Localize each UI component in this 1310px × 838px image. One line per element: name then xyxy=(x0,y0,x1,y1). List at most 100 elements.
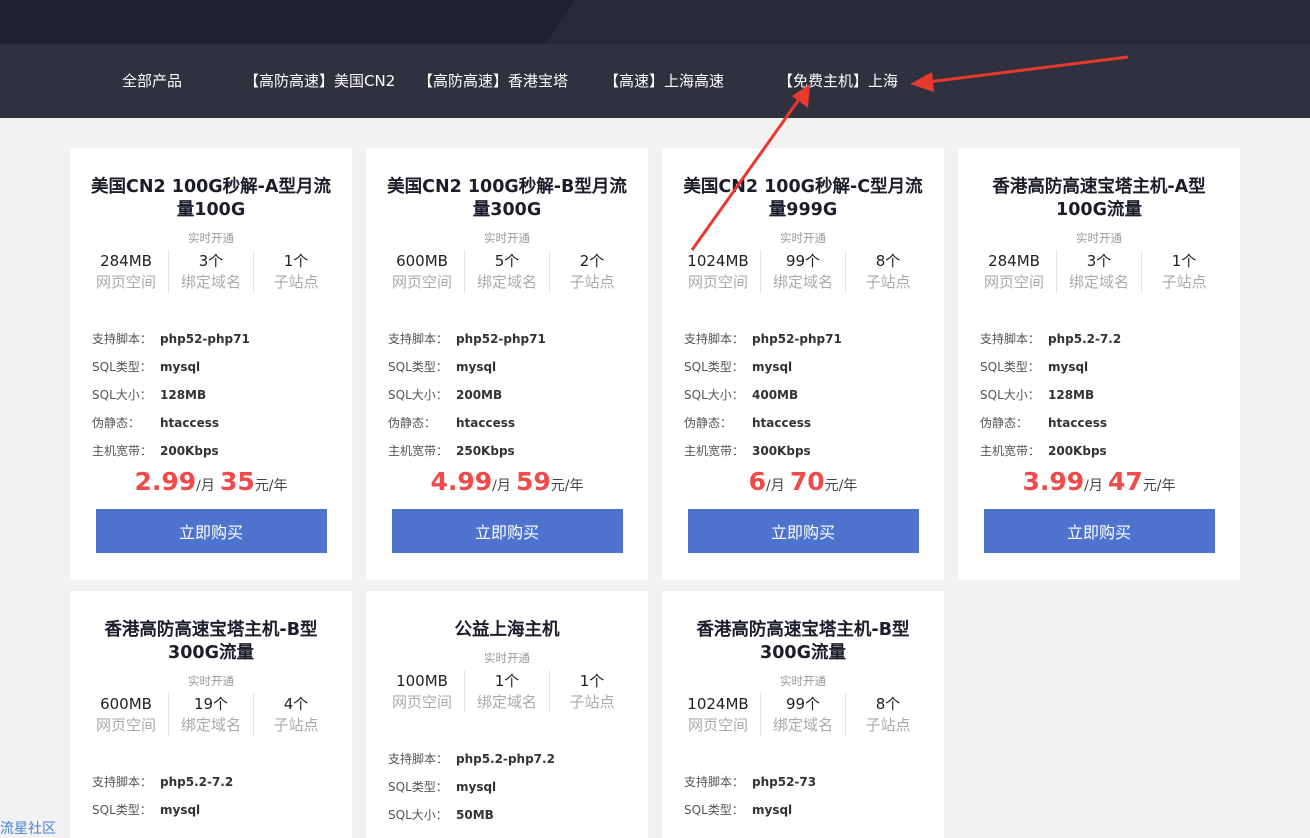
stat-web-space: 600MB 网页空间 xyxy=(84,693,169,736)
spec-key: 伪静态： xyxy=(980,416,1029,430)
spec-key: 伪静态： xyxy=(92,416,141,430)
spec-script: 支持脚本： php5.2-7.2 xyxy=(980,325,1240,353)
stat-web-space: 284MB 网页空间 xyxy=(972,250,1057,293)
product-stats: 1024MB 网页空间 99个 绑定域名 8个 子站点 xyxy=(676,693,930,736)
product-card: 美国CN2 100G秒解-B型月流量300G 实时开通 600MB 网页空间 5个… xyxy=(366,148,648,580)
stat-label: 子站点 xyxy=(865,716,911,734)
buy-now-button[interactable]: 立即购买 xyxy=(983,509,1215,553)
product-card: 公益上海主机 实时开通 100MB 网页空间 1个 绑定域名 1个 子站点 支持脚本：… xyxy=(366,591,648,838)
price-yearly: 59 xyxy=(515,467,551,496)
spec-value: 128MB xyxy=(1048,388,1095,402)
spec-value: php52-php71 xyxy=(456,332,546,346)
price-line: 6/月 70元/年 xyxy=(662,465,944,499)
product-card: 香港高防高速宝塔主机-B型300G流量 实时开通 600MB 网页空间 19个 绑定… xyxy=(70,591,352,838)
stat-label: 网页空间 xyxy=(95,716,156,734)
spec-key: SQL大小： xyxy=(980,388,1040,402)
product-stats: 600MB 网页空间 5个 绑定域名 2个 子站点 xyxy=(380,250,634,293)
stat-subsites: 8个子站点 xyxy=(846,693,930,736)
spec-key: 支持脚本： xyxy=(684,332,745,346)
price-monthly-unit: /月 xyxy=(766,478,785,494)
stat-domains: 3个 绑定域名 xyxy=(169,250,254,293)
stat-value: 1个 xyxy=(579,672,605,690)
spec-list: 支持脚本： php5.2-7.2 SQL类型： mysql SQL大小： 128MB … xyxy=(980,325,1240,465)
spec-sql-type: SQL类型： mysql xyxy=(92,796,352,824)
spec-value: mysql xyxy=(1048,360,1089,374)
product-stats: 100MB 网页空间 1个 绑定域名 1个 子站点 xyxy=(380,670,634,713)
product-title: 香港高防高速宝塔主机-B型300G流量 xyxy=(104,620,318,663)
price-line: 3.99/月 47元/年 xyxy=(958,465,1240,499)
stat-label: 绑定域名 xyxy=(476,693,537,711)
spec-value: 250Kbps xyxy=(456,444,515,458)
spec-list: 支持脚本： php5.2-php7.2 SQL类型： mysql SQL大小： 50M… xyxy=(388,745,648,829)
price-yearly-unit: 元/年 xyxy=(550,478,584,494)
nav-item-shanghai-fast[interactable]: 【高速】上海高速 xyxy=(604,71,724,91)
spec-key: SQL大小： xyxy=(92,388,152,402)
spec-value: 200Kbps xyxy=(1048,444,1107,458)
stat-subsites: 8个 子站点 xyxy=(846,250,930,293)
nav-item-all-products[interactable]: 全部产品 xyxy=(122,71,182,91)
nav-item-hk-baota[interactable]: 【高防高速】香港宝塔 xyxy=(418,71,568,91)
instant-activation-label: 实时开通 xyxy=(1076,231,1122,245)
product-stats: 284MB 网页空间 3个 绑定域名 1个 子站点 xyxy=(84,250,338,293)
spec-rewrite: 伪静态： htaccess xyxy=(980,409,1240,437)
spec-key: SQL类型： xyxy=(980,360,1040,374)
stat-value: 8个 xyxy=(875,252,901,270)
price-monthly: 6 xyxy=(748,467,767,496)
instant-activation-label: 实时开通 xyxy=(780,231,826,245)
stat-label: 子站点 xyxy=(569,693,615,711)
spec-list: 支持脚本： php52-php71 SQL类型： mysql SQL大小： 200MB… xyxy=(388,325,648,465)
stat-value: 5个 xyxy=(494,252,520,270)
stat-value: 99个 xyxy=(785,252,821,270)
buy-now-button[interactable]: 立即购买 xyxy=(391,509,623,553)
nav-item-free-shanghai[interactable]: 【免费主机】上海 xyxy=(778,71,898,91)
buy-now-button[interactable]: 立即购买 xyxy=(95,509,327,553)
spec-value: php52-php71 xyxy=(160,332,250,346)
spec-sql-size: SQL大小： 128MB xyxy=(980,381,1240,409)
spec-rewrite: 伪静态： htaccess xyxy=(684,409,944,437)
buy-now-button[interactable]: 立即购买 xyxy=(687,509,919,553)
spec-bandwidth: 主机宽带： 250Kbps xyxy=(388,437,648,465)
price-monthly-unit: /月 xyxy=(1084,478,1103,494)
spec-value: mysql xyxy=(752,803,793,817)
stat-subsites: 4个 子站点 xyxy=(254,693,338,736)
spec-value: php52-73 xyxy=(752,775,817,789)
stat-label: 子站点 xyxy=(569,273,615,291)
stat-value: 1个 xyxy=(494,672,520,690)
stat-label: 绑定域名 xyxy=(180,716,241,734)
stat-value: 284MB xyxy=(988,252,1040,270)
spec-sql-size: SQL大小： 128MB xyxy=(92,381,352,409)
spec-value: php5.2-php7.2 xyxy=(456,752,555,766)
nav-item-us-cn2[interactable]: 【高防高速】美国CN2 xyxy=(244,71,395,91)
spec-list: 支持脚本： php52-73 SQL类型： mysql xyxy=(684,768,944,824)
stat-label: 网页空间 xyxy=(687,273,748,291)
stat-domains: 1个绑定域名 xyxy=(465,670,550,713)
stat-label: 网页空间 xyxy=(687,716,748,734)
spec-sql-size: SQL大小： 50MB xyxy=(388,801,648,829)
stat-label: 网页空间 xyxy=(391,273,452,291)
spec-sql-type: SQL类型： mysql xyxy=(684,796,944,824)
spec-bandwidth: 主机宽带： 300Kbps xyxy=(684,437,944,465)
stat-domains: 5个绑定域名 xyxy=(465,250,550,293)
price-yearly: 47 xyxy=(1107,467,1143,496)
spec-value: 200MB xyxy=(456,388,503,402)
spec-sql-type: SQL类型： mysql xyxy=(388,353,648,381)
spec-script: 支持脚本： php5.2-php7.2 xyxy=(388,745,648,773)
stat-label: 网页空间 xyxy=(95,273,156,291)
stat-value: 1024MB xyxy=(687,695,749,713)
price-yearly: 70 xyxy=(789,467,825,496)
stat-label: 绑定域名 xyxy=(476,273,537,291)
price-line: 4.99/月 59元/年 xyxy=(366,465,648,499)
stat-value: 4个 xyxy=(283,695,309,713)
stat-subsites: 1个 子站点 xyxy=(254,250,338,293)
spec-key: SQL大小： xyxy=(388,388,448,402)
stat-label: 绑定域名 xyxy=(180,273,241,291)
stat-value: 8个 xyxy=(875,695,901,713)
top-header-bar xyxy=(0,0,1310,44)
product-stats: 600MB 网页空间 19个 绑定域名 4个 子站点 xyxy=(84,693,338,736)
stat-web-space: 600MB 网页空间 xyxy=(380,250,465,293)
watermark-text: 流星社区 xyxy=(0,821,56,837)
spec-key: 主机宽带： xyxy=(92,444,153,458)
spec-value: php5.2-7.2 xyxy=(1048,332,1122,346)
spec-script: 支持脚本： php52-php71 xyxy=(684,325,944,353)
product-stats: 284MB 网页空间 3个 绑定域名 1个 子站点 xyxy=(972,250,1226,293)
